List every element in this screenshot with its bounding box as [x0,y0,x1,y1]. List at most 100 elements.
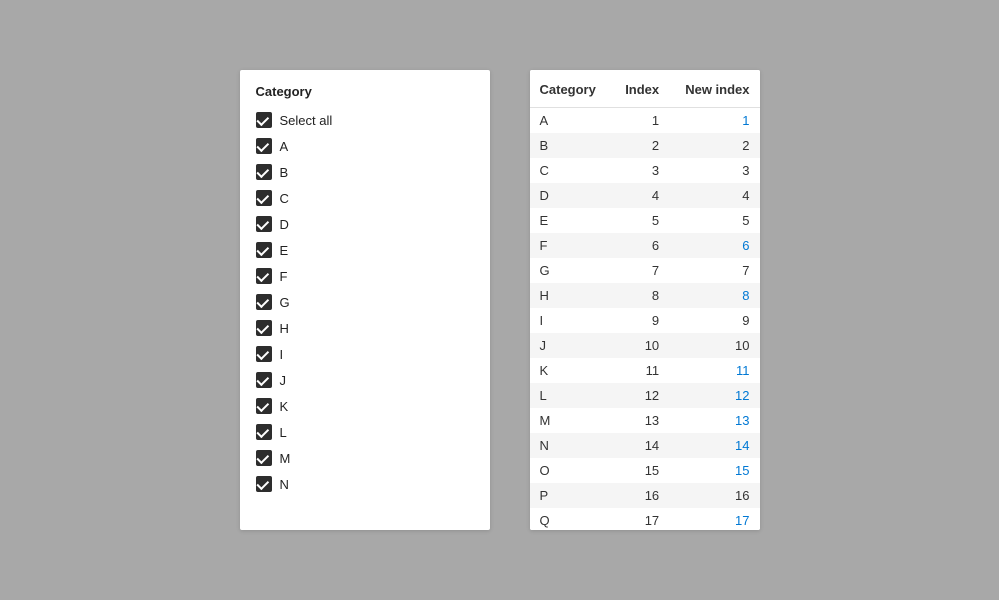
select-all-label: Select all [280,113,333,128]
cell-new-index: 4 [669,183,759,208]
cell-new-index: 9 [669,308,759,333]
cell-category: E [530,208,612,233]
cell-index: 13 [611,408,669,433]
category-header: Category [240,70,490,107]
checkbox-box[interactable] [256,398,272,414]
checkbox-box[interactable] [256,372,272,388]
cell-category: G [530,258,612,283]
checkbox-item[interactable]: L [248,419,482,445]
table-row: N1414 [530,433,760,458]
table-row: H88 [530,283,760,308]
table-row: I99 [530,308,760,333]
checkbox-label: J [280,373,287,388]
checkbox-item[interactable]: N [248,471,482,497]
checkbox-label: M [280,451,291,466]
checkbox-label: C [280,191,289,206]
checkbox-item[interactable]: D [248,211,482,237]
cell-new-index: 13 [669,408,759,433]
cell-index: 3 [611,158,669,183]
cell-category: N [530,433,612,458]
table-row: Q1717 [530,508,760,530]
table-row: L1212 [530,383,760,408]
table-row: F66 [530,233,760,258]
cell-index: 11 [611,358,669,383]
checkbox-box[interactable] [256,164,272,180]
cell-new-index: 16 [669,483,759,508]
checkbox-box[interactable] [256,476,272,492]
cell-category: B [530,133,612,158]
checkbox-box[interactable] [256,346,272,362]
checkbox-box[interactable] [256,294,272,310]
cell-category: L [530,383,612,408]
checkbox-label: E [280,243,289,258]
checkbox-label: A [280,139,289,154]
checkbox-box[interactable] [256,424,272,440]
checkbox-list: Select all A B C D E F G H I [240,107,490,530]
cell-index: 16 [611,483,669,508]
cell-index: 12 [611,383,669,408]
cell-category: F [530,233,612,258]
checkbox-item[interactable]: G [248,289,482,315]
checkbox-label: B [280,165,289,180]
checkbox-box[interactable] [256,138,272,154]
checkbox-item[interactable]: H [248,315,482,341]
checkbox-box[interactable] [256,190,272,206]
checkbox-item[interactable]: F [248,263,482,289]
table-row: M1313 [530,408,760,433]
cell-new-index: 5 [669,208,759,233]
col-category: Category [530,70,612,108]
cell-index: 2 [611,133,669,158]
table-row: C33 [530,158,760,183]
checkbox-box[interactable] [256,320,272,336]
checkbox-item[interactable]: C [248,185,482,211]
table-row: G77 [530,258,760,283]
index-table: Category Index New index A11B22C33D44E55… [530,70,760,530]
col-index: Index [611,70,669,108]
cell-index: 7 [611,258,669,283]
checkbox-label: F [280,269,288,284]
cell-category: K [530,358,612,383]
cell-index: 1 [611,108,669,134]
checkbox-label: N [280,477,289,492]
cell-index: 6 [611,233,669,258]
checkbox-label: H [280,321,289,336]
select-all-checkbox[interactable] [256,112,272,128]
col-new-index: New index [669,70,759,108]
cell-category: H [530,283,612,308]
checkbox-item[interactable]: J [248,367,482,393]
checkbox-label: L [280,425,287,440]
cell-index: 17 [611,508,669,530]
table-row: B22 [530,133,760,158]
table-row: E55 [530,208,760,233]
select-all-item[interactable]: Select all [248,107,482,133]
checkbox-item[interactable]: E [248,237,482,263]
cell-new-index: 3 [669,158,759,183]
cell-category: Q [530,508,612,530]
checkbox-item[interactable]: K [248,393,482,419]
cell-new-index: 7 [669,258,759,283]
checkbox-box[interactable] [256,242,272,258]
cell-category: O [530,458,612,483]
table-row: D44 [530,183,760,208]
checkbox-box[interactable] [256,268,272,284]
table-row: K1111 [530,358,760,383]
checkbox-box[interactable] [256,216,272,232]
checkbox-item[interactable]: I [248,341,482,367]
cell-category: D [530,183,612,208]
cell-category: M [530,408,612,433]
cell-index: 8 [611,283,669,308]
cell-new-index: 10 [669,333,759,358]
checkbox-item[interactable]: A [248,133,482,159]
checkbox-label: K [280,399,289,414]
cell-new-index: 8 [669,283,759,308]
cell-new-index: 1 [669,108,759,134]
cell-category: C [530,158,612,183]
checkbox-box[interactable] [256,450,272,466]
cell-index: 9 [611,308,669,333]
checkbox-item[interactable]: B [248,159,482,185]
cell-new-index: 14 [669,433,759,458]
cell-category: P [530,483,612,508]
checkbox-item[interactable]: M [248,445,482,471]
table-row: J1010 [530,333,760,358]
cell-category: J [530,333,612,358]
